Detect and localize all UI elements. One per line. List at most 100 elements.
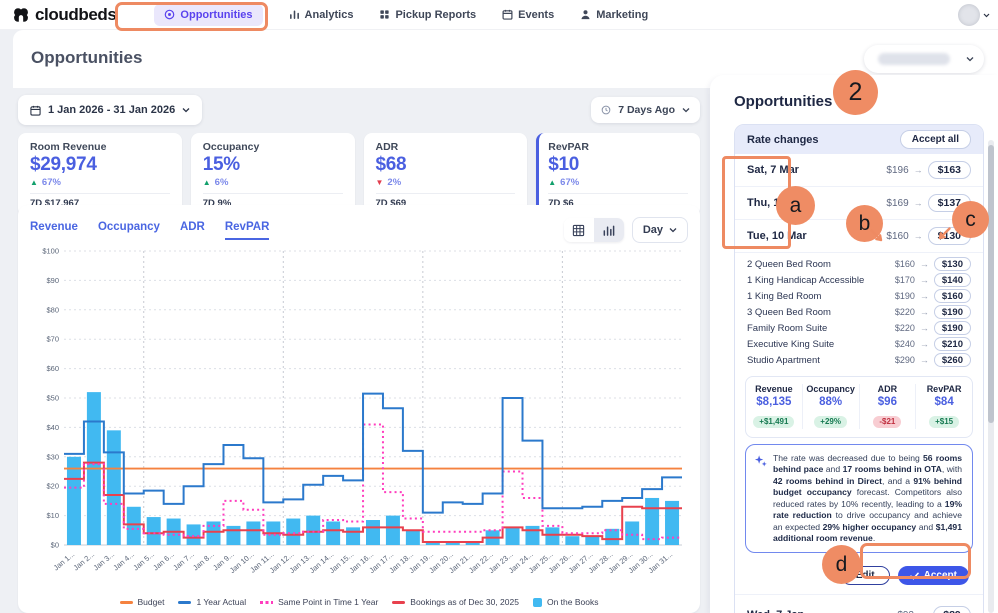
metric-tabs: Revenue Occupancy ADR RevPAR [30, 221, 269, 240]
nav-item-marketing[interactable]: Marketing [580, 9, 648, 21]
new-rate-pill[interactable]: $190 [934, 321, 971, 335]
nav-item-events[interactable]: Events [502, 9, 554, 21]
rate-changes-title: Rate changes [747, 134, 819, 146]
nav-item-analytics[interactable]: Analytics [289, 9, 354, 21]
page-title: Opportunities [31, 48, 142, 68]
granularity-value: Day [643, 224, 663, 236]
kpi-card-adr[interactable]: ADR$68▼2%7D $69 [364, 133, 528, 216]
chevron-down-icon [966, 56, 974, 62]
metric-label: RevPAR [916, 384, 972, 394]
room-rate-row[interactable]: Studio Apartment$290→$260 [735, 352, 983, 368]
old-rate: $170 [895, 275, 915, 285]
chart-svg: $0$10$20$30$40$50$60$70$80$90$100Jan 1..… [30, 245, 688, 590]
room-rate-price: $240→$210 [895, 337, 971, 351]
room-rate-row[interactable]: 3 Queen Bed Room$220→$190 [735, 304, 983, 320]
kpi-label: ADR [376, 141, 516, 153]
kpi-value: $10 [548, 154, 688, 176]
svg-text:$10: $10 [46, 511, 59, 520]
tab-adr[interactable]: ADR [180, 221, 205, 240]
tab-revenue[interactable]: Revenue [30, 221, 78, 240]
kpi-cards: Room Revenue$29,974▲67%7D $17,967Occupan… [18, 133, 700, 216]
kpi-card-occupancy[interactable]: Occupancy15%▲6%7D 9% [191, 133, 355, 216]
kpi-delta-value: 67% [560, 177, 579, 188]
rate-change-price: $92 → $89 [897, 606, 971, 613]
rate-change-date: Wed, 7 Jan [747, 609, 804, 613]
room-rate-row[interactable]: 1 King Bed Room$190→$160 [735, 288, 983, 304]
legend-label: 1 Year Actual [196, 597, 246, 607]
arrow-right-icon: → [920, 339, 929, 349]
svg-text:$0: $0 [51, 541, 59, 550]
room-rate-row[interactable]: 2 Queen Bed Room$160→$130 [735, 256, 983, 272]
room-rate-price: $290→$260 [895, 353, 971, 367]
annotation-box-nav [115, 2, 268, 31]
room-rate-row[interactable]: Executive King Suite$240→$210 [735, 336, 983, 352]
new-rate-pill[interactable]: $160 [934, 289, 971, 303]
metric-delta-badge: +29% [814, 416, 847, 428]
legend-swatch [120, 601, 133, 604]
new-rate-pill[interactable]: $140 [934, 273, 971, 287]
legend-swatch [178, 601, 191, 604]
arrow-up-icon: ▲ [548, 178, 556, 187]
metric-label: Occupancy [803, 384, 859, 394]
calendar-icon [502, 9, 513, 20]
bar-on-the-books [545, 527, 559, 545]
kpi-label: Occupancy [203, 141, 343, 153]
revpar-chart[interactable]: $0$10$20$30$40$50$60$70$80$90$100Jan 1..… [30, 245, 688, 595]
forecast-metrics: Revenue$8,135+$1,491Occupancy88%+29%ADR$… [745, 376, 973, 438]
new-rate-pill[interactable]: $130 [934, 257, 971, 271]
metric-occupancy: Occupancy88%+29% [802, 384, 859, 429]
chart-view-button[interactable] [594, 218, 624, 242]
svg-text:Jan 1...: Jan 1... [52, 550, 77, 573]
metric-revpar: RevPAR$84+$15 [915, 384, 972, 429]
bar-on-the-books [326, 521, 340, 545]
arrow-down-icon: ▼ [376, 178, 384, 187]
legend-label: On the Books [547, 597, 599, 607]
new-rate-pill[interactable]: $163 [928, 161, 971, 179]
tab-revpar[interactable]: RevPAR [225, 221, 270, 240]
tab-occupancy[interactable]: Occupancy [98, 221, 160, 240]
panel-scrollbar-thumb[interactable] [988, 145, 994, 423]
nav-item-label: Marketing [596, 9, 648, 21]
history-icon [601, 105, 611, 115]
accept-all-button[interactable]: Accept all [900, 130, 971, 149]
date-range-picker[interactable]: 1 Jan 2026 - 31 Jan 2026 [18, 95, 202, 125]
room-type-name: Executive King Suite [747, 339, 834, 350]
user-menu[interactable] [958, 4, 990, 26]
metric-value: $8,135 [746, 396, 802, 408]
room-rate-row[interactable]: Family Room Suite$220→$190 [735, 320, 983, 336]
nav-item-label: Pickup Reports [395, 9, 476, 21]
kpi-card-room-revenue[interactable]: Room Revenue$29,974▲67%7D $17,967 [18, 133, 182, 216]
kpi-value: $29,974 [30, 154, 170, 176]
arrow-right-icon: → [914, 231, 923, 241]
legend-label: Budget [138, 597, 165, 607]
new-rate-pill[interactable]: $210 [934, 337, 971, 351]
legend-swatch [392, 601, 405, 604]
nav-item-pickup-reports[interactable]: Pickup Reports [379, 9, 476, 21]
new-rate-pill[interactable]: $190 [934, 305, 971, 319]
arrow-right-icon: → [914, 198, 923, 208]
svg-text:Jan 7...: Jan 7... [171, 550, 196, 573]
granularity-selector[interactable]: Day [632, 217, 688, 243]
rate-change-row[interactable]: Wed, 7 Jan $92 → $89 [735, 594, 983, 613]
legend-label: Same Point in Time 1 Year [278, 597, 378, 607]
property-selector[interactable] [864, 45, 984, 73]
view-toggle [564, 218, 624, 242]
new-rate-pill[interactable]: $260 [934, 353, 971, 367]
analytics-icon [289, 9, 300, 20]
brand-logo[interactable]: cloudbeds [12, 5, 116, 25]
cloudbeds-logo-icon [12, 6, 30, 24]
svg-text:Jan 6...: Jan 6... [151, 550, 176, 573]
room-rate-row[interactable]: 1 King Handicap Accessible$170→$140 [735, 272, 983, 288]
annotation-label-d: d [822, 545, 861, 584]
room-type-name: 2 Queen Bed Room [747, 259, 831, 270]
legend-item-on-the-books: On the Books [533, 597, 599, 607]
bar-on-the-books [286, 519, 300, 545]
bar-on-the-books [306, 516, 320, 545]
bar-on-the-books [346, 527, 360, 545]
kpi-card-revpar[interactable]: RevPAR$10▲67%7D $6 [536, 133, 700, 216]
annotation-label-a: a [776, 186, 815, 225]
avatar[interactable] [958, 4, 980, 26]
table-view-button[interactable] [564, 218, 594, 242]
kpi-delta: ▲ 67% [548, 177, 688, 188]
compare-period-selector[interactable]: 7 Days Ago [591, 97, 700, 123]
